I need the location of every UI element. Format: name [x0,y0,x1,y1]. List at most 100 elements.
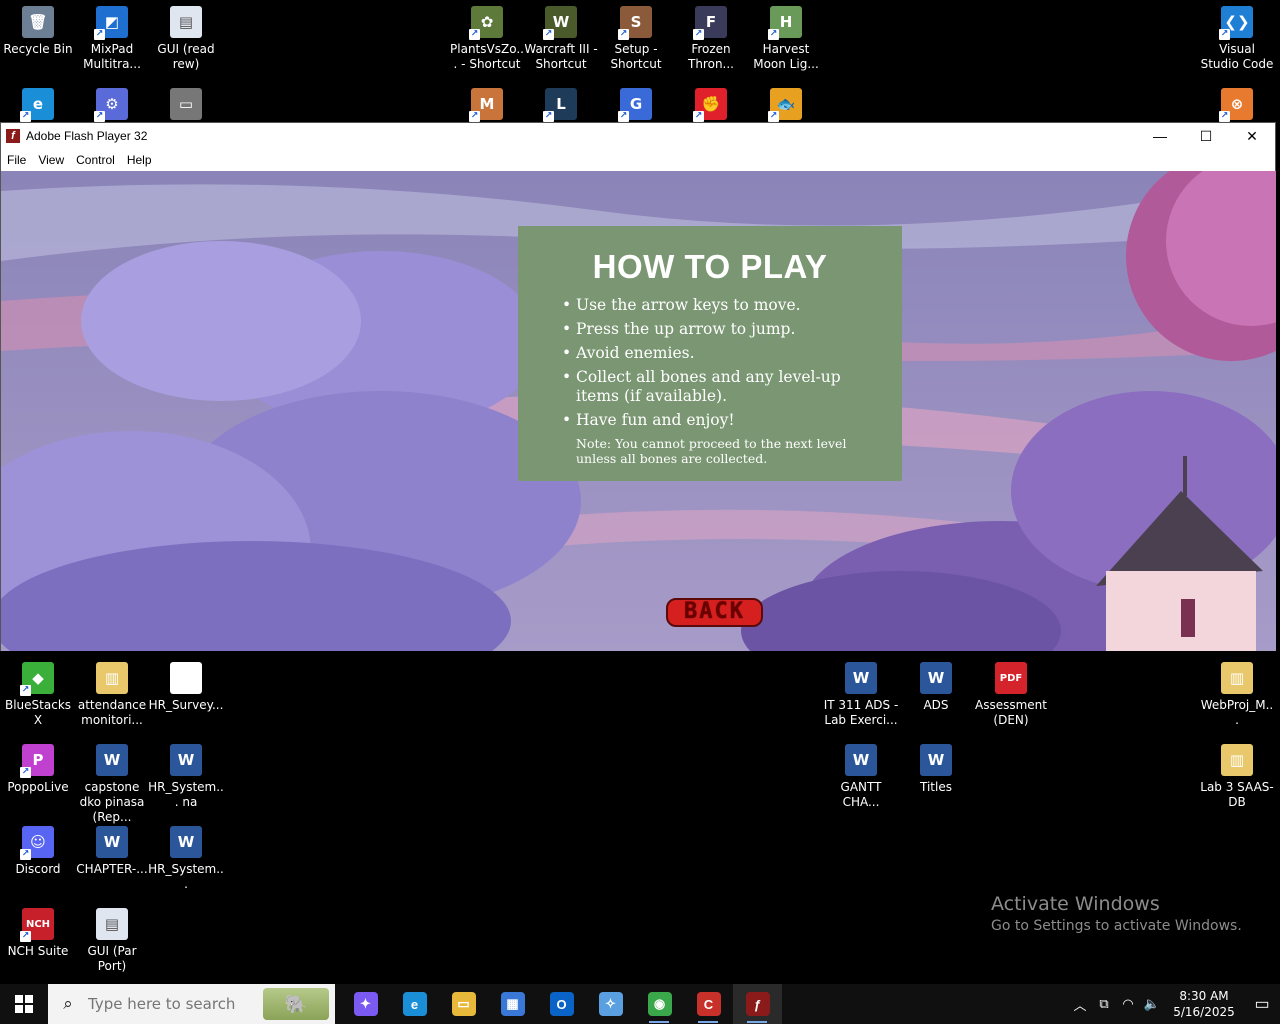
lab3-folder-icon: ▥ [1221,744,1253,776]
notifications-icon[interactable]: ▭ [1244,994,1280,1014]
window-title: Adobe Flash Player 32 [26,129,148,143]
desktop-icon[interactable]: ▤ GUI (read rew) [148,6,224,72]
desktop-icon[interactable]: ✿PlantsVsZo... - Shortcut [449,6,525,72]
title-bar[interactable]: f Adobe Flash Player 32 — ☐ ✕ [1,123,1275,149]
show-hidden-icons-chevron-icon[interactable]: ︿ [1068,995,1092,1014]
desktop-icon-label: ADS [923,698,949,712]
desktop-icon[interactable]: ▥ attendance monitori... [74,662,150,728]
taskbar-search[interactable]: ⌕ 🐘 [48,984,335,1024]
desktop-icon[interactable]: Wcapstone dko pinasa (Rep... [74,744,150,825]
network-wifi-icon[interactable]: ◠ [1116,996,1140,1012]
desktop: 🗑Recycle Bin◩MixPad Multitra...▤GUI (rea… [0,0,1280,1024]
search-icon: ⌕ [63,994,73,1013]
desktop-icon[interactable]: HHarvest Moon Lig... [748,6,824,72]
desktop-icon-label: Discord [15,862,61,876]
search-input[interactable] [88,995,258,1013]
desktop-icon[interactable]: M [449,88,525,124]
panel-title: HOW TO PLAY [592,248,828,285]
desktop-icon[interactable]: L [523,88,599,124]
instruction-item: Have fun and enjoy! [562,411,866,430]
desktop-icon[interactable]: ◩MixPad Multitra... [74,6,150,72]
taskbar-app-chrome[interactable]: ◉ [635,984,684,1024]
search-highlight-icon: 🐘 [263,988,329,1020]
fish-game-icon: 🐟 [768,88,802,122]
desktop-icon[interactable]: G [598,88,674,124]
plants-vs-zombies-icon: ✿ [469,6,503,40]
settings-gear-desktop-icon: ⚙ [94,88,128,122]
menu-bar: File View Control Help [1,149,1275,171]
taskbar-app-file-explorer[interactable]: ▭ [439,984,488,1024]
desktop-icon[interactable]: 🗑 Recycle Bin [0,6,76,57]
desktop-icon[interactable]: PDF Assessment (DEN) [973,662,1049,728]
desktop-icon-label: PoppoLive [7,780,69,794]
desktop-icon[interactable]: ⊗ [1199,88,1275,124]
desktop-icon[interactable]: 🐟 [748,88,824,124]
close-button[interactable]: ✕ [1229,123,1275,149]
how-to-play-panel: HOW TO PLAY Use the arrow keys to move. … [518,226,902,481]
desktop-icon[interactable]: e [0,88,76,124]
maximize-button[interactable]: ☐ [1183,123,1229,149]
harvest-moon-icon: H [768,6,802,40]
desktop-icon[interactable]: ☺ Discord [0,826,76,877]
back-button[interactable]: BACK [666,598,763,627]
desktop-icon[interactable]: ◆BlueStacks X [0,662,76,728]
minimize-button[interactable]: — [1137,123,1183,149]
desktop-icon[interactable]: W GANTT CHA... [823,744,899,810]
pdf-icon: PDF [995,662,1027,694]
desktop-icon[interactable]: W IT 311 ADS - Lab Exerci... [823,662,899,728]
desktop-icon[interactable]: ▭ [148,88,224,124]
desktop-icon[interactable]: SSetup - Shortcut [598,6,674,72]
menu-view[interactable]: View [32,153,70,167]
desktop-icon[interactable]: NCH NCH Suite [0,908,76,959]
clock-time: 8:30 AM [1179,989,1229,1003]
bones-note: Note: You cannot proceed to the next lev… [576,436,847,466]
desktop-icon[interactable]: WWarcraft III - Shortcut [523,6,599,72]
game-stage[interactable]: HOW TO PLAY Use the arrow keys to move. … [1,171,1276,651]
menu-file[interactable]: File [1,153,32,167]
instruction-item: Use the arrow keys to move. [562,296,866,315]
menu-help[interactable]: Help [121,153,158,167]
file-explorer-icon: ▭ [451,992,476,1016]
taskbar-app-game-launcher[interactable]: ✧ [586,984,635,1024]
instruction-item: Collect all bones and any level-up items… [562,368,866,406]
desktop-icon[interactable]: ▥ Lab 3 SAAS-DB [1199,744,1275,810]
desktop-icon[interactable]: W Titles [898,744,974,795]
desktop-icon[interactable]: ✊ [673,88,749,124]
desktop-icon[interactable]: FFrozen Thron... [673,6,749,72]
volume-icon[interactable]: 🔈 [1140,996,1164,1012]
menu-control[interactable]: Control [70,153,121,167]
desktop-icon-label: Lab 3 SAAS-DB [1200,780,1274,809]
flash-app-icon: f [6,129,20,143]
taskbar-app-flash-player[interactable]: ƒ [733,984,782,1024]
activate-windows-watermark: Activate Windows Go to Settings to activ… [991,893,1242,934]
desktop-icon-label: IT 311 ADS - Lab Exerci... [823,698,899,727]
desktop-icon[interactable]: P PoppoLive [0,744,76,795]
taskbar-app-microsoft-store[interactable]: ▦ [488,984,537,1024]
taskbar-app-outlook[interactable]: O [537,984,586,1024]
chrome-icon: ◉ [647,992,672,1016]
desktop-icon[interactable]: ▥ WebProj_M... [1199,662,1275,728]
flash-player-window: f Adobe Flash Player 32 — ☐ ✕ File View … [0,122,1276,651]
desktop-icon[interactable]: ▤ GUI (Par Port) [74,908,150,974]
game-launcher-icon: ✧ [598,992,623,1016]
system-tray: ︿ ⧉ ◠ 🔈 8:30 AM 5/16/2025 ▭ [1068,984,1280,1024]
game-shortcut-icon: G [618,88,652,122]
meet-now-icon[interactable]: ⧉ [1092,996,1116,1012]
desktop-icon[interactable]: W HR_System... [148,826,224,892]
taskbar-app-edge[interactable]: e [390,984,439,1024]
taskbar-clock[interactable]: 8:30 AM 5/16/2025 [1164,988,1244,1020]
desktop-icon[interactable]: W HR_System... na [148,744,224,810]
mario-game-icon: M [469,88,503,122]
start-button[interactable] [0,984,48,1024]
desktop-icon[interactable]: W CHAPTER-... [74,826,150,877]
taskbar-app-ccleaner[interactable]: C [684,984,733,1024]
desktop-icon[interactable]: ❮❯Visual Studio Code [1199,6,1275,72]
desktop-icon[interactable]: W ADS [898,662,974,713]
desktop-icon-label: GUI (read rew) [157,42,215,71]
desktop-icon-label: HR_Survey... [148,698,224,712]
taskbar-app-copilot[interactable]: ✦ [341,984,390,1024]
desktop-icon[interactable]: ⚙ [74,88,150,124]
desktop-icon[interactable]: HR_Survey... [148,662,224,713]
mixpad-icon: ◩ [94,6,128,40]
desktop-icon-label: CHAPTER-... [76,862,148,876]
